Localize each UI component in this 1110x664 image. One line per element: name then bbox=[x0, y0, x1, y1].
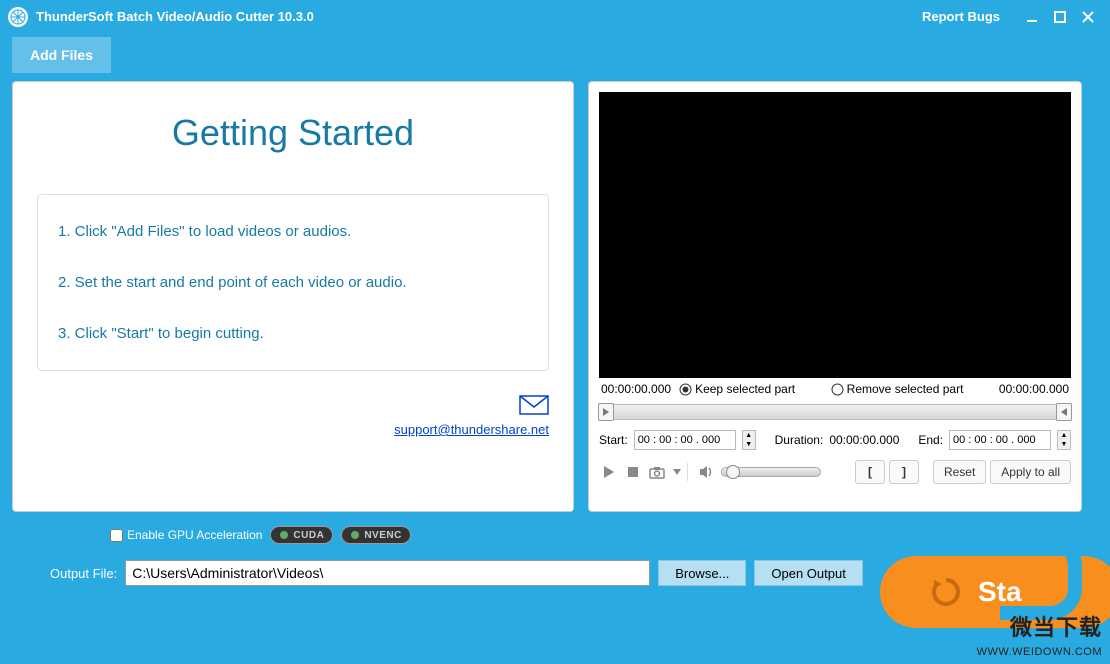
gpu-checkbox[interactable] bbox=[110, 529, 123, 542]
add-files-button[interactable]: Add Files bbox=[12, 37, 111, 73]
time-end-display: 00:00:00.000 bbox=[999, 382, 1069, 396]
volume-button[interactable] bbox=[697, 462, 717, 482]
trim-handle-end[interactable] bbox=[1056, 403, 1072, 421]
mail-icon bbox=[519, 395, 549, 420]
snapshot-button[interactable] bbox=[647, 462, 667, 482]
duration-label: Duration: bbox=[775, 433, 824, 447]
volume-slider[interactable] bbox=[721, 467, 821, 477]
play-button[interactable] bbox=[599, 462, 619, 482]
report-bugs-link[interactable]: Report Bugs bbox=[922, 9, 1000, 24]
video-preview[interactable] bbox=[599, 92, 1071, 378]
titlebar: ThunderSoft Batch Video/Audio Cutter 10.… bbox=[0, 0, 1110, 33]
keep-selected-label: Keep selected part bbox=[695, 382, 795, 396]
getting-started-panel: Getting Started 1. Click "Add Files" to … bbox=[12, 81, 574, 512]
app-logo-icon bbox=[8, 7, 28, 27]
mark-in-button[interactable]: [ bbox=[855, 460, 885, 484]
start-time-input[interactable] bbox=[634, 430, 736, 450]
getting-started-title: Getting Started bbox=[37, 112, 549, 154]
output-file-label: Output File: bbox=[50, 566, 117, 581]
remove-selected-radio[interactable]: Remove selected part bbox=[831, 382, 964, 396]
steps-box: 1. Click "Add Files" to load videos or a… bbox=[37, 194, 549, 371]
volume-knob[interactable] bbox=[726, 465, 740, 479]
minimize-button[interactable] bbox=[1018, 3, 1046, 31]
app-title: ThunderSoft Batch Video/Audio Cutter 10.… bbox=[36, 9, 922, 24]
reset-button[interactable]: Reset bbox=[933, 460, 986, 484]
gpu-label-text: Enable GPU Acceleration bbox=[127, 528, 262, 542]
start-label: Start: bbox=[599, 433, 628, 447]
cuda-badge: CUDA bbox=[270, 526, 333, 544]
time-start-display: 00:00:00.000 bbox=[601, 382, 671, 396]
output-path-input[interactable] bbox=[125, 560, 650, 586]
mark-out-button[interactable]: ] bbox=[889, 460, 919, 484]
maximize-button[interactable] bbox=[1046, 3, 1074, 31]
browse-button[interactable]: Browse... bbox=[658, 560, 746, 586]
nvenc-badge: NVENC bbox=[341, 526, 411, 544]
step-1-text: 1. Click "Add Files" to load videos or a… bbox=[58, 223, 528, 240]
start-button[interactable]: Sta bbox=[880, 556, 1110, 628]
step-3-text: 3. Click "Start" to begin cutting. bbox=[58, 325, 528, 342]
gpu-checkbox-label[interactable]: Enable GPU Acceleration bbox=[110, 528, 262, 542]
start-button-label: Sta bbox=[978, 576, 1022, 608]
step-2-text: 2. Set the start and end point of each v… bbox=[58, 274, 528, 291]
preview-panel: 00:00:00.000 Keep selected part Remove s… bbox=[588, 81, 1082, 512]
toolbar: Add Files bbox=[0, 33, 1110, 81]
trim-handle-start[interactable] bbox=[598, 403, 614, 421]
apply-to-all-button[interactable]: Apply to all bbox=[990, 460, 1071, 484]
close-button[interactable] bbox=[1074, 3, 1102, 31]
start-spinner[interactable]: ▲▼ bbox=[742, 430, 756, 450]
open-output-button[interactable]: Open Output bbox=[754, 560, 862, 586]
remove-selected-label: Remove selected part bbox=[847, 382, 964, 396]
end-spinner[interactable]: ▲▼ bbox=[1057, 430, 1071, 450]
end-label: End: bbox=[918, 433, 943, 447]
trim-slider[interactable] bbox=[599, 404, 1071, 420]
refresh-icon bbox=[930, 576, 962, 608]
snapshot-menu-icon[interactable] bbox=[671, 462, 683, 482]
support-email-link[interactable]: support@thundershare.net bbox=[37, 422, 549, 437]
duration-value: 00:00:00.000 bbox=[829, 433, 899, 447]
keep-selected-radio[interactable]: Keep selected part bbox=[679, 382, 795, 396]
end-time-input[interactable] bbox=[949, 430, 1051, 450]
stop-button[interactable] bbox=[623, 462, 643, 482]
